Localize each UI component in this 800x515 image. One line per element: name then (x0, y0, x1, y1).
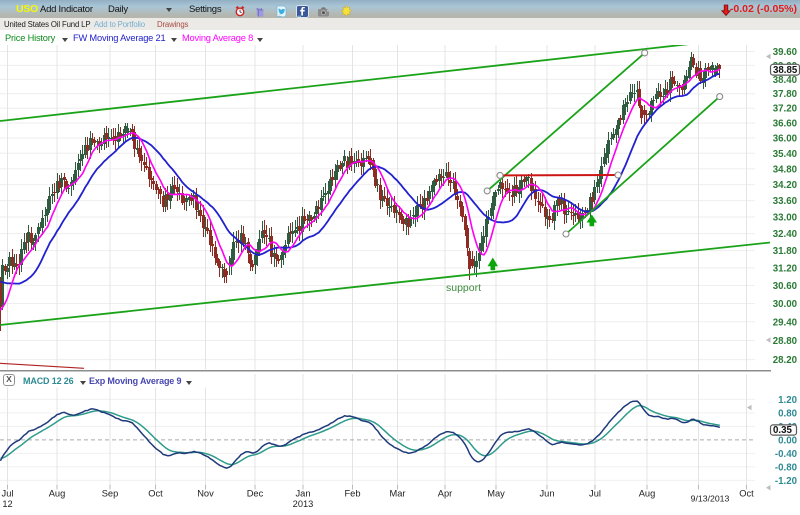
svg-text:35.40: 35.40 (773, 149, 797, 160)
svg-text:33.00: 33.00 (773, 213, 797, 224)
svg-text:Jul: Jul (2, 489, 14, 499)
svg-text:Oct: Oct (148, 489, 163, 499)
svg-text:Oct: Oct (739, 489, 754, 499)
svg-text:0.00: 0.00 (778, 435, 797, 446)
svg-text:Feb: Feb (344, 489, 360, 499)
svg-text:Nov: Nov (197, 489, 214, 499)
svg-text:-0.80: -0.80 (775, 462, 797, 473)
svg-text:support: support (446, 282, 481, 294)
svg-text:Jan: Jan (296, 489, 311, 499)
svg-text:36.60: 36.60 (773, 119, 797, 130)
svg-text:Aug: Aug (49, 489, 66, 499)
svg-text:-1.20: -1.20 (775, 476, 797, 487)
svg-text:37.20: 37.20 (773, 104, 797, 115)
svg-text:0.80: 0.80 (778, 408, 797, 419)
svg-text:12: 12 (2, 499, 12, 509)
svg-text:38.40: 38.40 (773, 75, 797, 86)
svg-text:Sep: Sep (102, 489, 119, 499)
svg-text:-0.40: -0.40 (775, 449, 797, 460)
svg-text:Aug: Aug (639, 489, 656, 499)
svg-text:9/13/2013: 9/13/2013 (691, 494, 730, 504)
svg-text:Jun: Jun (540, 489, 555, 499)
svg-text:1.20: 1.20 (778, 395, 797, 406)
svg-text:37.80: 37.80 (773, 89, 797, 100)
svg-text:2013: 2013 (293, 499, 314, 509)
svg-text:36.00: 36.00 (773, 134, 797, 145)
svg-text:May: May (487, 489, 505, 499)
svg-text:33.60: 33.60 (773, 196, 797, 207)
svg-text:29.40: 29.40 (773, 317, 797, 328)
svg-text:0.35: 0.35 (773, 425, 792, 436)
svg-text:34.80: 34.80 (773, 164, 797, 175)
svg-text:28.80: 28.80 (773, 336, 797, 347)
svg-text:Apr: Apr (438, 489, 452, 499)
svg-text:Jul: Jul (589, 489, 601, 499)
svg-text:Mar: Mar (389, 489, 405, 499)
svg-text:39.60: 39.60 (773, 47, 797, 58)
svg-text:32.40: 32.40 (773, 229, 797, 240)
svg-text:30.60: 30.60 (773, 281, 797, 292)
svg-text:34.20: 34.20 (773, 180, 797, 191)
svg-text:31.80: 31.80 (773, 246, 797, 257)
svg-text:30.00: 30.00 (773, 299, 797, 310)
svg-text:31.20: 31.20 (773, 263, 797, 274)
svg-text:Dec: Dec (247, 489, 264, 499)
svg-text:38.85: 38.85 (773, 65, 798, 76)
svg-text:28.20: 28.20 (773, 355, 797, 366)
